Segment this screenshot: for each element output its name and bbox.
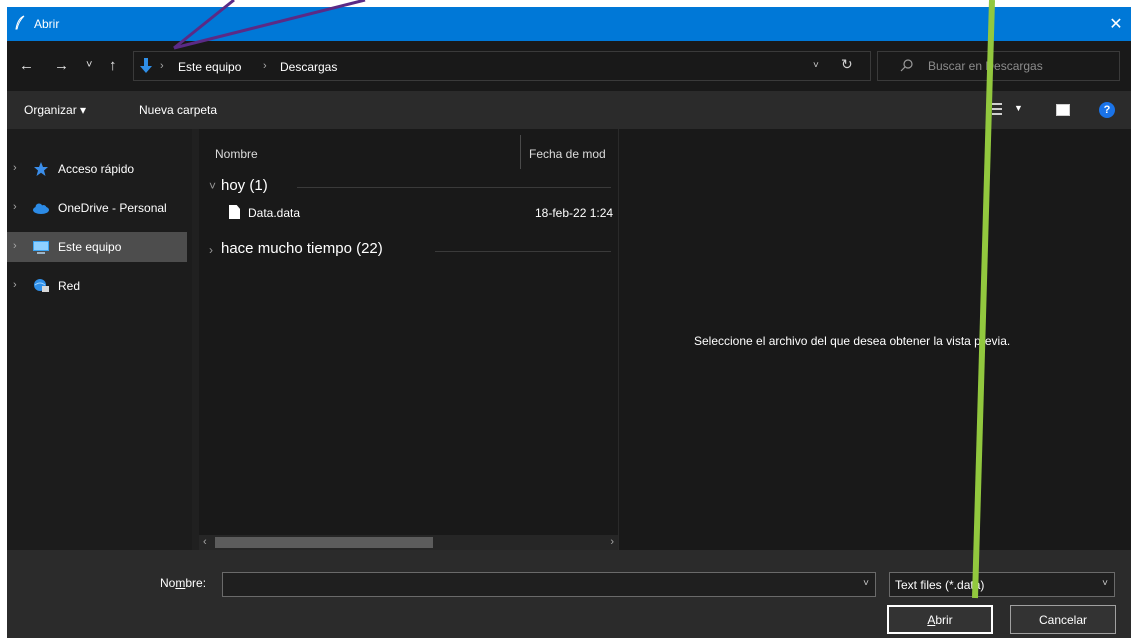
- sidebar-item-acceso-rapido[interactable]: › Acceso rápido: [7, 154, 187, 184]
- new-folder-button[interactable]: Nueva carpeta: [139, 103, 217, 117]
- expand-chevron-icon[interactable]: ›: [13, 240, 17, 252]
- window-title: Abrir: [34, 17, 60, 31]
- open-button[interactable]: Abrir: [887, 605, 993, 634]
- computer-icon: [33, 241, 49, 254]
- cancel-button[interactable]: Cancelar: [1010, 605, 1116, 634]
- network-icon: [34, 279, 49, 292]
- file-list: Nombre Fecha de mod ˅ hoy (1) Data.data …: [199, 129, 618, 550]
- column-divider[interactable]: [520, 135, 521, 169]
- sidebar-item-onedrive[interactable]: › OneDrive - Personal: [7, 193, 187, 223]
- navigation-pane: › Acceso rápido › OneDrive - Personal › …: [7, 129, 192, 550]
- preview-pane: Seleccione el archivo del que desea obte…: [618, 129, 1131, 550]
- expand-chevron-icon[interactable]: ›: [13, 279, 17, 291]
- file-type-value: Text files (*.data): [895, 578, 985, 592]
- cloud-icon: [33, 203, 49, 214]
- group-header-hoy[interactable]: hoy (1): [221, 177, 268, 194]
- scroll-right-icon[interactable]: ›: [610, 536, 614, 548]
- open-file-dialog: Abrir ✕ ← → ˅ ↑ › Este equipo › Descarga…: [7, 7, 1131, 638]
- filename-input[interactable]: [227, 577, 847, 591]
- search-box[interactable]: [877, 51, 1120, 81]
- feather-icon: [15, 15, 25, 30]
- expand-chevron-icon[interactable]: ›: [13, 162, 17, 174]
- scrollbar-thumb[interactable]: [215, 537, 433, 548]
- downloads-icon: [140, 58, 152, 73]
- file-icon: [229, 205, 240, 219]
- command-toolbar: Organizar ▾ Nueva carpeta ▼ ?: [7, 91, 1131, 129]
- sidebar-item-label: OneDrive - Personal: [58, 201, 167, 215]
- search-input[interactable]: [928, 59, 1108, 73]
- breadcrumb-separator: ›: [263, 60, 267, 72]
- breadcrumb-descargas[interactable]: Descargas: [280, 60, 337, 74]
- file-name[interactable]: Data.data: [248, 206, 300, 220]
- horizontal-scrollbar[interactable]: ‹ ›: [199, 535, 618, 550]
- file-type-select[interactable]: Text files (*.data) ˅: [889, 572, 1115, 597]
- group-divider: [435, 251, 611, 252]
- close-button[interactable]: ✕: [1101, 7, 1131, 41]
- view-options-caret-icon[interactable]: ▼: [1014, 103, 1023, 113]
- navigation-bar: ← → ˅ ↑ › Este equipo › Descargas ˅ ↻: [7, 41, 1131, 91]
- sidebar-item-este-equipo[interactable]: › Este equipo: [7, 232, 187, 262]
- sidebar-item-label: Red: [58, 279, 81, 293]
- group-divider: [297, 187, 611, 188]
- file-date: 18-feb-22 1:24: [535, 206, 614, 220]
- help-icon[interactable]: ?: [1099, 102, 1115, 118]
- column-header-date[interactable]: Fecha de mod: [529, 147, 606, 161]
- sidebar-item-red[interactable]: › Red: [7, 271, 187, 301]
- view-options-icon[interactable]: [988, 103, 1002, 115]
- refresh-icon[interactable]: ↻: [841, 56, 853, 73]
- forward-icon[interactable]: →: [54, 58, 69, 73]
- file-type-dropdown-icon[interactable]: ˅: [1102, 578, 1108, 589]
- recent-locations-icon[interactable]: ˅: [86, 58, 92, 73]
- up-icon[interactable]: ↑: [109, 58, 117, 73]
- sidebar-item-label: Acceso rápido: [58, 162, 135, 176]
- organize-button[interactable]: Organizar ▾: [24, 103, 86, 117]
- breadcrumb-separator: ›: [160, 60, 164, 72]
- back-icon[interactable]: ←: [19, 58, 34, 73]
- address-dropdown-icon[interactable]: ˅: [813, 60, 819, 71]
- sidebar-item-label: Este equipo: [58, 240, 122, 254]
- filename-combobox[interactable]: ˅: [222, 572, 876, 597]
- filename-dropdown-icon[interactable]: ˅: [863, 578, 869, 589]
- search-icon: [900, 59, 913, 72]
- bottom-bar: Nombre: ˅ Text files (*.data) ˅ Abrir Ca…: [7, 550, 1131, 638]
- filename-label: Nombre:: [160, 576, 207, 590]
- breadcrumb-este-equipo[interactable]: Este equipo: [178, 60, 241, 74]
- title-bar: Abrir ✕: [7, 7, 1131, 41]
- group-header-hace-mucho-tiempo[interactable]: hace mucho tiempo (22): [221, 240, 383, 257]
- scroll-left-icon[interactable]: ‹: [203, 536, 207, 548]
- preview-pane-icon[interactable]: [1056, 104, 1070, 116]
- group-collapse-chevron-icon[interactable]: ˅: [209, 179, 216, 193]
- address-bar[interactable]: › Este equipo › Descargas ˅ ↻: [133, 51, 871, 81]
- star-icon: [34, 162, 48, 176]
- preview-message: Seleccione el archivo del que desea obte…: [694, 334, 1011, 348]
- column-header-name[interactable]: Nombre: [215, 147, 258, 161]
- expand-chevron-icon[interactable]: ›: [13, 201, 17, 213]
- group-expand-chevron-icon[interactable]: ›: [209, 243, 213, 257]
